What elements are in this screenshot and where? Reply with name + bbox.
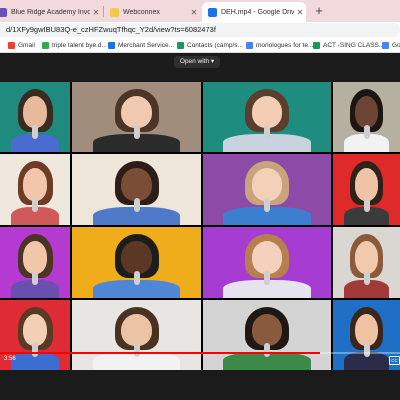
tab-close-icon[interactable]: ✕ [90,8,102,17]
bookmark-google[interactable]: Go [382,38,400,52]
bookmark-monologues[interactable]: monologues for te... [246,38,313,52]
drive-icon [42,41,49,49]
open-with-button[interactable]: Open with ▾ [174,56,220,68]
video-progress-bar[interactable] [0,352,400,354]
performer-face [251,241,283,274]
video-time: 3:56 [4,356,16,362]
tab-blue-ridge-invoice[interactable]: Blue Ridge Academy Invoice S... ✕ [0,2,102,22]
tab-webconnex[interactable]: Webconnex ✕ [104,2,200,22]
tab-title: DEH.mp4 - Google Drive [221,8,294,16]
tab-deh-google-drive[interactable]: DEH.mp4 - Google Drive ✕ [202,2,306,22]
tab-favicon-icon [110,7,119,17]
microphone-icon [264,271,270,286]
bookmark-triple-talent[interactable]: triple talent bye.d... [42,38,107,52]
chevron-down-icon: ▾ [210,58,215,65]
video-player[interactable] [0,82,400,370]
bookmarks-bar: Gmail triple talent bye.d... Merchant Se… [0,38,400,53]
bookmark-contacts[interactable]: Contacts (camp/s... [177,38,243,52]
performer-face [121,241,152,274]
address-bar[interactable]: d/1XFy9gwIBU83Q-e_czHFZwuqTfhqc_Y2d/view… [0,23,400,37]
video-tile [72,82,201,152]
video-progress-fill [0,352,320,354]
open-with-label: Open with [179,58,210,65]
microphone-icon [133,198,140,213]
gmail-icon [8,41,15,49]
captions-button[interactable]: CC [389,356,400,365]
microphone-icon [32,343,38,358]
doc-icon [108,41,115,49]
video-tile [0,82,70,152]
doc-icon [246,41,253,49]
tab-close-icon[interactable]: ✕ [294,8,306,17]
performer-face [22,314,48,347]
sheets-icon [177,41,184,49]
microphone-icon [264,125,270,140]
performer-face [251,314,283,347]
video-tile [333,82,400,152]
tab-strip: Blue Ridge Academy Invoice S... ✕ Webcon… [0,0,400,22]
microphone-icon [264,198,270,213]
performer-face [22,168,48,201]
performer-face [354,314,379,347]
bookmark-label: triple talent bye.d... [52,41,107,49]
video-tile [333,227,400,298]
tab-title: Blue Ridge Academy Invoice S... [11,8,90,16]
microphone-icon [363,343,370,358]
bookmark-label: Gmail [18,41,35,49]
microphone-icon [363,198,370,213]
bookmark-merchant-service[interactable]: Merchant Service... [108,38,174,52]
performer-face [354,168,379,201]
video-tile [0,227,70,298]
bookmark-label: Contacts (camp/s... [187,41,243,49]
performer-face [251,96,283,129]
performer-face [251,168,283,201]
video-tile [72,154,201,225]
bookmark-gmail[interactable]: Gmail [8,38,35,52]
video-tile [203,227,331,298]
video-tile [72,300,201,370]
video-tile [203,300,331,370]
microphone-icon [32,198,38,213]
google-icon [382,41,389,49]
performer-face [121,168,152,201]
bookmark-label: ACT -SING CLASS... [323,41,385,49]
performer-face [354,96,379,129]
bookmark-label: Merchant Service... [118,41,174,49]
video-tile [333,154,400,225]
video-tile [203,82,331,152]
new-tab-button[interactable]: + [311,3,327,19]
drive-favicon-icon [208,7,217,17]
microphone-icon [133,343,140,358]
video-tile [72,227,201,298]
bookmark-label: monologues for te... [256,41,314,49]
performer-face [354,241,379,274]
tab-favicon-icon [0,7,7,17]
tab-close-icon[interactable]: ✕ [188,8,200,17]
performer-face [22,96,48,129]
microphone-icon [32,271,38,286]
video-tile [203,154,331,225]
performer-face [121,314,152,347]
performer-face [121,96,152,129]
bookmark-label: Go [392,41,400,49]
tab-title: Webconnex [123,8,160,16]
microphone-icon [363,271,370,286]
microphone-icon [264,343,270,358]
microphone-icon [133,271,140,286]
video-tile [0,154,70,225]
bookmark-act-sing-class[interactable]: ACT -SING CLASS... [313,38,384,52]
sheets-icon [313,41,320,49]
microphone-icon [363,125,370,140]
performer-face [22,241,48,274]
browser-toolbar: d/1XFy9gwIBU83Q-e_czHFZwuqTfhqc_Y2d/view… [0,22,400,38]
microphone-icon [133,125,140,140]
microphone-icon [32,125,38,140]
